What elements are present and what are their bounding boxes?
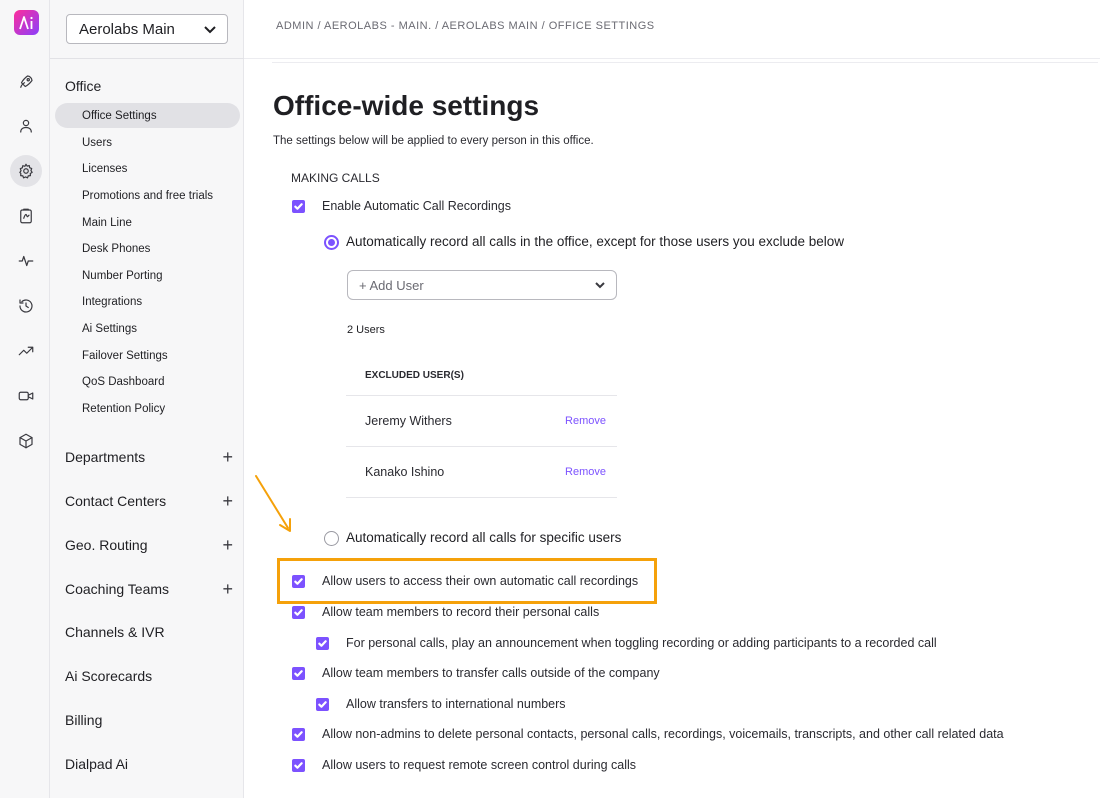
- gear-icon[interactable]: [10, 155, 42, 187]
- excluded-users-header: EXCLUDED USER(S): [346, 356, 617, 396]
- sidebar-group-label: Contact Centers: [65, 493, 167, 509]
- excluded-users-table: EXCLUDED USER(S) Jeremy Withers Remove K…: [346, 356, 617, 498]
- allow-remote-control-checkbox[interactable]: [292, 759, 305, 772]
- users-count: 2 Users: [347, 324, 385, 336]
- history-icon[interactable]: [10, 290, 42, 322]
- sidebar-item-number-porting[interactable]: Number Porting: [55, 263, 240, 288]
- plus-icon[interactable]: +: [222, 536, 233, 554]
- allow-transfer-outside-checkbox[interactable]: [292, 667, 305, 680]
- sidebar-item-integrations[interactable]: Integrations: [55, 289, 240, 314]
- checkmark-icon: [294, 609, 303, 616]
- annotation-arrow-icon: [255, 475, 291, 532]
- office-selector[interactable]: Aerolabs Main: [66, 14, 228, 44]
- record-all-label: Automatically record all calls in the of…: [346, 234, 845, 249]
- record-all-radio[interactable]: [324, 235, 339, 250]
- checkmark-icon: [294, 578, 303, 585]
- sidebar-group-ai-scorecards[interactable]: Ai Scorecards: [65, 668, 233, 684]
- chevron-down-icon: [204, 26, 216, 34]
- sidebar-group-label: Dialpad Ai: [65, 756, 129, 772]
- sidebar-group-billing[interactable]: Billing: [65, 712, 233, 728]
- sidebar-section-office: Office: [65, 78, 102, 94]
- chevron-down-icon: [595, 282, 605, 289]
- sidebar-item-ai-settings[interactable]: Ai Settings: [55, 316, 240, 341]
- sidebar-item-qos-dashboard[interactable]: QoS Dashboard: [55, 369, 240, 394]
- allow-non-admin-delete-label: Allow non-admins to delete personal cont…: [322, 727, 1004, 741]
- rocket-icon[interactable]: [10, 66, 42, 98]
- allow-access-recordings-checkbox[interactable]: [292, 575, 305, 588]
- checkmark-icon: [318, 640, 327, 647]
- breadcrumb: ADMIN / AEROLABS - MAIN. / AEROLABS MAIN…: [276, 20, 655, 32]
- allow-access-recordings-label: Allow users to access their own automati…: [322, 574, 639, 588]
- sidebar-group-label: Billing: [65, 712, 103, 728]
- allow-transfer-outside-label: Allow team members to transfer calls out…: [322, 666, 660, 680]
- cube-icon[interactable]: [10, 425, 42, 457]
- checkmark-icon: [294, 762, 303, 769]
- table-row: Jeremy Withers Remove: [346, 396, 617, 447]
- sidebar-divider: [50, 58, 244, 59]
- sidebar-item-failover-settings[interactable]: Failover Settings: [55, 343, 240, 368]
- sidebar-item-main-line[interactable]: Main Line: [55, 210, 240, 235]
- logo-glyph: [18, 15, 33, 29]
- sidebar-group-channels-ivr[interactable]: Channels & IVR: [65, 624, 233, 640]
- office-selector-value: Aerolabs Main: [79, 20, 175, 38]
- sidebar-item-desk-phones[interactable]: Desk Phones: [55, 236, 240, 261]
- pulse-icon[interactable]: [10, 245, 42, 277]
- sidebar-group-departments[interactable]: Departments +: [65, 448, 233, 466]
- trend-icon[interactable]: [10, 335, 42, 367]
- sidebar-group-contact-centers[interactable]: Contact Centers +: [65, 492, 233, 510]
- sidebar-item-promotions[interactable]: Promotions and free trials: [55, 183, 240, 208]
- allow-international-label: Allow transfers to international numbers: [346, 697, 566, 711]
- allow-record-personal-label: Allow team members to record their perso…: [322, 605, 600, 619]
- dialpad-logo[interactable]: [14, 10, 39, 35]
- add-user-placeholder: + Add User: [359, 277, 424, 293]
- allow-remote-control-label: Allow users to request remote screen con…: [322, 758, 637, 772]
- checkmark-icon: [294, 203, 303, 210]
- allow-international-checkbox[interactable]: [316, 698, 329, 711]
- plus-icon[interactable]: +: [222, 580, 233, 598]
- sidebar-group-label: Ai Scorecards: [65, 668, 153, 684]
- excluded-user-name: Jeremy Withers: [365, 414, 452, 428]
- allow-record-personal-checkbox[interactable]: [292, 606, 305, 619]
- sidebar: Aerolabs Main Office Office Settings Use…: [50, 0, 244, 798]
- table-row: Kanako Ishino Remove: [346, 447, 617, 498]
- record-specific-radio[interactable]: [324, 531, 339, 546]
- allow-non-admin-delete-checkbox[interactable]: [292, 728, 305, 741]
- person-icon[interactable]: [10, 110, 42, 142]
- section-label-making-calls: MAKING CALLS: [291, 171, 380, 185]
- remove-user-link[interactable]: Remove: [565, 466, 606, 478]
- checkmark-icon: [318, 701, 327, 708]
- sidebar-group-label: Departments: [65, 449, 146, 465]
- play-announcement-label: For personal calls, play an announcement…: [346, 636, 937, 650]
- sidebar-item-licenses[interactable]: Licenses: [55, 156, 240, 181]
- sidebar-item-users[interactable]: Users: [55, 130, 240, 155]
- clipboard-icon[interactable]: [10, 200, 42, 232]
- sidebar-group-label: Geo. Routing: [65, 537, 148, 553]
- sidebar-group-coaching-teams[interactable]: Coaching Teams +: [65, 580, 233, 598]
- play-announcement-checkbox[interactable]: [316, 637, 329, 650]
- checkmark-icon: [294, 731, 303, 738]
- header-divider-secondary: [272, 62, 1098, 63]
- sidebar-item-retention-policy[interactable]: Retention Policy: [55, 396, 240, 421]
- checkmark-icon: [294, 670, 303, 677]
- video-camera-icon[interactable]: [10, 380, 42, 412]
- enable-recordings-checkbox[interactable]: [292, 200, 305, 213]
- sidebar-group-dialpad-ai[interactable]: Dialpad Ai: [65, 756, 233, 772]
- sidebar-item-office-settings[interactable]: Office Settings: [55, 103, 240, 128]
- excluded-user-name: Kanako Ishino: [365, 465, 445, 479]
- sidebar-group-label: Channels & IVR: [65, 624, 165, 640]
- record-specific-label: Automatically record all calls for speci…: [346, 530, 622, 545]
- sidebar-group-label: Coaching Teams: [65, 581, 170, 597]
- plus-icon[interactable]: +: [222, 448, 233, 466]
- sidebar-group-geo-routing[interactable]: Geo. Routing +: [65, 536, 233, 554]
- page-subtitle: The settings below will be applied to ev…: [273, 135, 594, 147]
- icon-rail: [0, 0, 50, 798]
- plus-icon[interactable]: +: [222, 492, 233, 510]
- add-user-select[interactable]: + Add User: [347, 270, 617, 300]
- remove-user-link[interactable]: Remove: [565, 415, 606, 427]
- page-title: Office-wide settings: [273, 90, 540, 121]
- header-divider: [244, 58, 1100, 59]
- enable-recordings-label: Enable Automatic Call Recordings: [322, 199, 511, 213]
